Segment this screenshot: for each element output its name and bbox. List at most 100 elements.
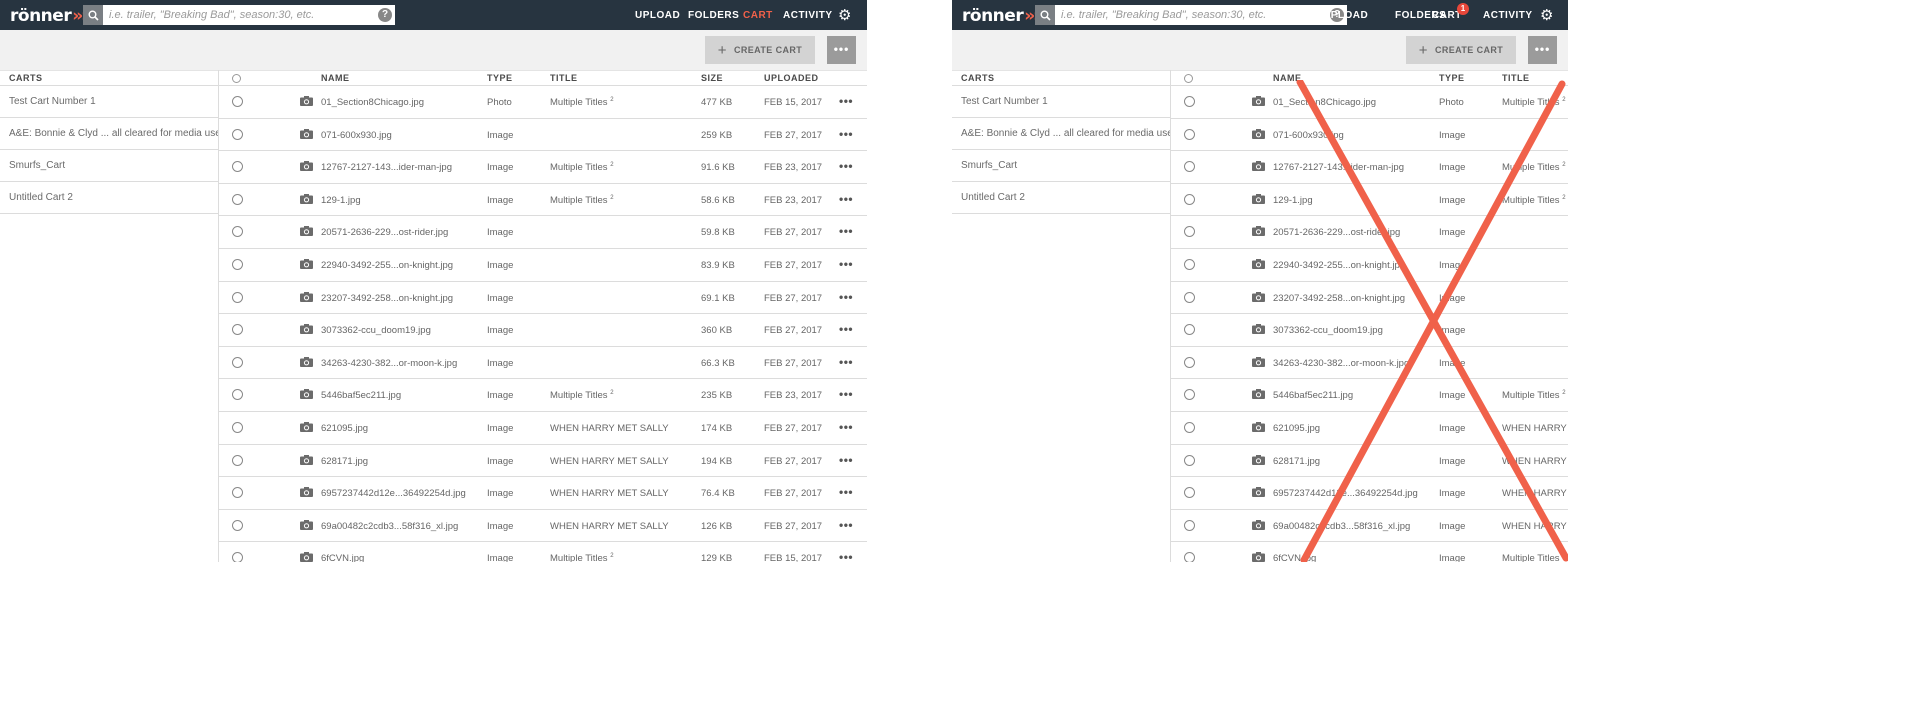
row-select-radio[interactable] (1184, 226, 1195, 238)
row-select-radio[interactable] (232, 356, 243, 368)
row-select-radio[interactable] (232, 96, 243, 107)
select-all-radio[interactable] (232, 74, 241, 83)
size-column-header[interactable]: SIZE (701, 73, 723, 83)
type-column-header[interactable]: TYPE (1439, 73, 1465, 83)
file-name[interactable]: 01_Section8Chicago.jpg (1273, 97, 1376, 108)
search-icon[interactable] (1035, 5, 1055, 25)
row-select-radio[interactable] (232, 454, 243, 466)
row-select-radio[interactable] (232, 519, 243, 531)
row-actions-button[interactable]: ••• (839, 127, 853, 141)
file-name[interactable]: 621095.jpg (321, 423, 368, 434)
cart-list-item[interactable]: Untitled Cart 2 (952, 182, 1170, 214)
nav-folders[interactable]: FOLDERS (688, 10, 739, 21)
file-name[interactable]: 20571-2636-229...ost-rider.jpg (321, 227, 448, 238)
table-row[interactable]: 22940-3492-255...on-knight.jpgImage 83.9… (1171, 249, 1568, 282)
row-actions-button[interactable]: ••• (839, 485, 853, 499)
table-row[interactable]: 12767-2127-143...ider-man-jpg Image Multip… (219, 151, 867, 184)
file-name[interactable]: 5446baf5ec211.jpg (321, 390, 401, 401)
file-name[interactable]: 3073362-ccu_doom19.jpg (1273, 325, 1383, 336)
row-select-radio[interactable] (232, 487, 243, 499)
ronner-logo[interactable]: rönner»» (962, 6, 1044, 26)
nav-upload[interactable]: UPLOAD (1323, 10, 1368, 21)
row-select-radio[interactable] (232, 421, 243, 433)
create-cart-button[interactable]: + CREATE CART (705, 36, 815, 64)
row-actions-button[interactable]: ••• (839, 453, 853, 467)
table-row[interactable]: 071-600x930.jpgImage 259 KBFEB 27, 2017•… (1171, 119, 1568, 152)
file-name[interactable]: 12767-2127-143...ider-man-jpg (321, 162, 452, 173)
file-name[interactable]: 6957237442d12e...36492254d.jpg (1273, 488, 1418, 499)
row-select-radio[interactable] (1184, 324, 1195, 336)
row-select-radio[interactable] (1184, 161, 1195, 173)
file-name[interactable]: 5446baf5ec211.jpg (1273, 390, 1353, 401)
file-name[interactable]: 01_Section8Chicago.jpg (321, 97, 424, 108)
file-name[interactable]: 34263-4230-382...or-moon-k.jpg (1273, 358, 1409, 369)
ronner-logo[interactable]: rönner»» (10, 6, 92, 26)
row-select-radio[interactable] (1184, 552, 1195, 562)
file-name[interactable]: 22940-3492-255...on-knight.jpg (321, 260, 453, 271)
table-row[interactable]: 20571-2636-229...ost-rider.jpgImage 59.8… (1171, 216, 1568, 249)
file-name[interactable]: 071-600x930.jpg (1273, 130, 1344, 141)
file-name[interactable]: 20571-2636-229...ost-rider.jpg (1273, 227, 1400, 238)
create-cart-button[interactable]: + CREATE CART (1406, 36, 1516, 64)
row-select-radio[interactable] (1184, 291, 1195, 303)
table-row[interactable]: 01_Section8Chicago.jpg Photo Multiple Titl… (1171, 86, 1568, 119)
table-row[interactable]: 34263-4230-382...or-moon-k.jpgImage 66.3… (1171, 347, 1568, 380)
file-name[interactable]: 23207-3492-258...on-knight.jpg (1273, 293, 1405, 304)
row-select-radio[interactable] (232, 291, 243, 303)
table-row[interactable]: 6957237442d12e...36492254d.jpg Image WHEN … (219, 477, 867, 510)
row-select-radio[interactable] (232, 258, 243, 270)
row-actions-button[interactable]: ••• (839, 518, 853, 532)
row-select-radio[interactable] (1184, 454, 1195, 466)
table-row[interactable]: 12767-2127-143...ider-man-jpg Image Multip… (1171, 151, 1568, 184)
row-select-radio[interactable] (1184, 356, 1195, 368)
more-options-button[interactable]: ••• (827, 36, 856, 64)
file-name[interactable]: 3073362-ccu_doom19.jpg (321, 325, 431, 336)
table-row[interactable]: 3073362-ccu_doom19.jpg Image 360 KB FEB 27… (219, 314, 867, 347)
file-name[interactable]: 12767-2127-143...ider-man-jpg (1273, 162, 1404, 173)
cart-list-item[interactable]: A&E: Bonnie & Clyd ... all cleared for m… (0, 118, 218, 150)
file-name[interactable]: 071-600x930.jpg (321, 130, 392, 141)
table-row[interactable]: 621095.jpg Image WHEN HARRY MET SALLY 174 … (219, 412, 867, 445)
cart-list-item[interactable]: Untitled Cart 2 (0, 182, 218, 214)
nav-activity[interactable]: ACTIVITY (1483, 10, 1533, 21)
nav-cart[interactable]: CART (743, 10, 773, 21)
file-name[interactable]: 23207-3492-258...on-knight.jpg (321, 293, 453, 304)
cart-list-item[interactable]: Test Cart Number 1 (0, 86, 218, 118)
search-icon[interactable] (83, 5, 103, 25)
row-actions-button[interactable]: ••• (839, 420, 853, 434)
row-select-radio[interactable] (232, 552, 243, 562)
row-select-radio[interactable] (1184, 96, 1195, 107)
file-name[interactable]: 6957237442d12e...36492254d.jpg (321, 488, 466, 499)
row-actions-button[interactable]: ••• (839, 550, 853, 562)
nav-upload[interactable]: UPLOAD (635, 10, 680, 21)
row-select-radio[interactable] (232, 389, 243, 401)
gear-icon[interactable]: ⚙ (1540, 6, 1553, 24)
select-all-radio[interactable] (1184, 74, 1193, 83)
table-row[interactable]: 628171.jpgImageWHEN HARRY MET SALLY 194 … (1171, 445, 1568, 478)
search-input[interactable] (1055, 5, 1347, 25)
search-input[interactable] (103, 5, 395, 25)
cart-list-item[interactable]: Smurfs_Cart (0, 150, 218, 182)
file-name[interactable]: 621095.jpg (1273, 423, 1320, 434)
table-row[interactable]: 5446baf5ec211.jpgImageMultiple Titles 22… (219, 379, 867, 412)
row-select-radio[interactable] (1184, 193, 1195, 205)
uploaded-column-header[interactable]: UPLOADED (764, 73, 819, 83)
file-name[interactable]: 129-1.jpg (321, 195, 361, 206)
row-select-radio[interactable] (232, 161, 243, 173)
file-name[interactable]: 22940-3492-255...on-knight.jpg (1273, 260, 1405, 271)
row-actions-button[interactable]: ••• (839, 322, 853, 336)
help-icon[interactable]: ? (378, 8, 392, 22)
gear-icon[interactable]: ⚙ (838, 6, 851, 24)
file-name[interactable]: 628171.jpg (321, 456, 368, 467)
row-actions-button[interactable]: ••• (839, 192, 853, 206)
table-row[interactable]: 6fCVN.jpgImageMultiple Titles 2129 KBFEB… (1171, 542, 1568, 562)
row-actions-button[interactable]: ••• (839, 159, 853, 173)
table-row[interactable]: 129-1.jpgImageMultiple Titles 258.6 KBFE… (1171, 184, 1568, 217)
nav-activity[interactable]: ACTIVITY (783, 10, 833, 21)
title-column-header[interactable]: TITLE (1502, 73, 1530, 83)
row-select-radio[interactable] (1184, 128, 1195, 140)
name-column-header[interactable]: NAME (1273, 73, 1302, 83)
table-row[interactable]: 69a00482c2cdb3...58f316_xl.jpg Image WHEN … (1171, 510, 1568, 543)
table-row[interactable]: 20571-2636-229...ost-rider.jpgImage 59.8… (219, 216, 867, 249)
cart-list-item[interactable]: Smurfs_Cart (952, 150, 1170, 182)
